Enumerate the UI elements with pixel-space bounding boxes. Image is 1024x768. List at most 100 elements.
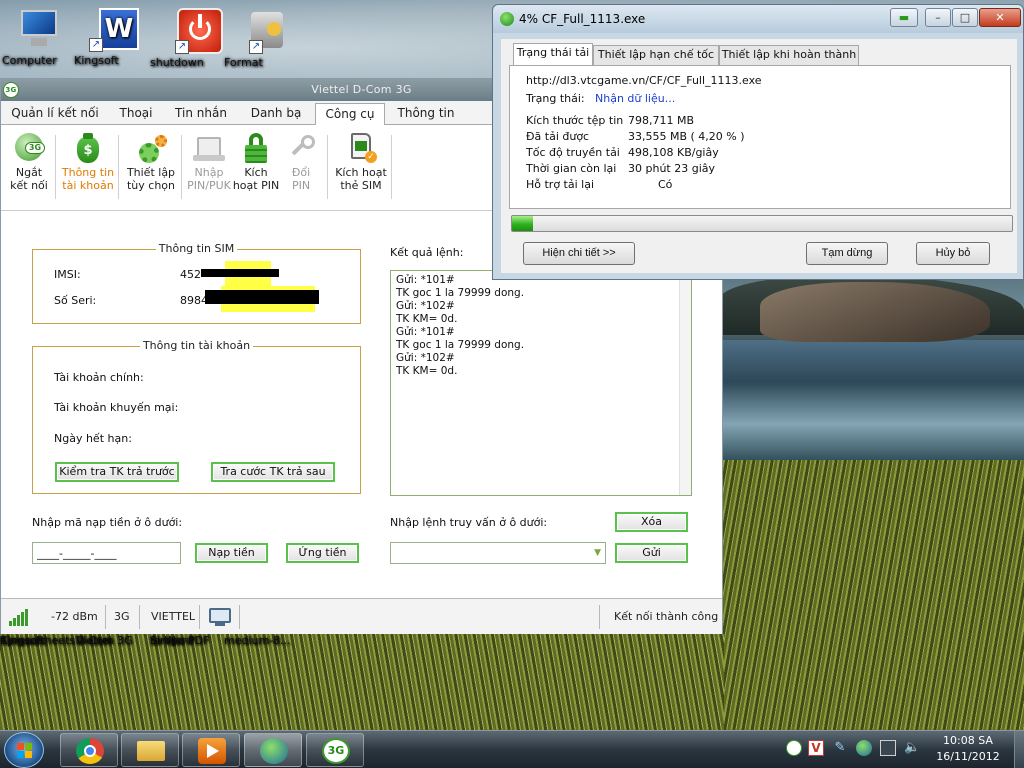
result-line: Gửi: *102# [396,352,455,364]
advance-money-button[interactable]: Ứng tiền [286,543,359,563]
green-arrow-button[interactable]: ▬ [890,8,918,27]
statusbar-separator [139,605,140,629]
maximize-button[interactable]: □ [952,8,978,27]
taskbar-app-explorer[interactable] [121,733,179,767]
desktop-icon-label: Computer [2,54,57,67]
ribbon-settings-button[interactable]: Thiết lập tùy chọn [123,133,179,192]
statusbar-separator [199,605,200,629]
status-value: Nhận dữ liệu... [595,92,676,105]
desktop-icon-kingsoft[interactable]: W ↗ Kingsoft [74,6,148,67]
check-postpaid-button[interactable]: Tra cước TK trả sau [211,462,335,482]
windows-logo-icon [17,743,33,759]
tab-speed-limit[interactable]: Thiết lập hạn chế tốc độ [593,45,719,79]
result-output[interactable]: Gửi: *101# TK goc 1 la 79999 dong. Gửi: … [390,270,692,496]
desktop-icon-shutdown[interactable]: ↗ shutdown [150,8,224,69]
expiry-date-label: Ngày hết hạn: [54,432,132,445]
start-button[interactable] [4,732,44,768]
check-prepaid-button[interactable]: Kiểm tra TK trả trước [55,462,179,482]
result-line: TK goc 1 la 79999 dong. [396,287,525,299]
show-desktop-button[interactable] [1014,731,1024,768]
menu-tab-messages[interactable]: Tin nhắn [167,103,235,125]
dcom-statusbar: -72 dBm 3G VIETTEL Kết nối thành công [1,598,722,634]
result-scrollbar[interactable] [679,271,691,495]
minimize-button[interactable]: – [925,8,951,27]
ribbon-label: kết nối [10,179,48,192]
send-command-button[interactable]: Gửi [615,543,688,563]
menu-tab-info[interactable]: Thông tin [389,103,463,125]
ribbon-separator [55,135,56,199]
dcom-window-title: Viettel D-Com 3G [311,83,412,96]
ribbon-separator [118,135,119,199]
desktop-icon-format[interactable]: ↗ Format [224,8,298,69]
tray-safely-remove-icon[interactable]: ✎ [832,740,848,756]
result-label: Kết quả lệnh: [390,246,464,259]
download-manager-icon [260,738,288,764]
desktop-icon-computer[interactable]: Computer [2,6,76,67]
pause-button[interactable]: Tạm dừng [806,242,888,265]
tray-download-manager-icon[interactable] [856,740,872,756]
taskbar-app-media[interactable] [182,733,240,767]
ribbon-label: PIN [291,179,311,192]
topup-button[interactable]: Nạp tiền [195,543,268,563]
computer-icon [15,6,63,52]
ribbon-label: Kích hoạt [335,166,387,179]
desktop-icon-label: Kingsoft [74,54,119,67]
query-command-select[interactable]: ▼ [390,542,606,564]
ribbon-disconnect-button[interactable]: 3G Ngắt kết nối [1,133,57,192]
serial-value: 8984 [180,294,208,307]
dcom-logo-icon: 3G [3,82,19,98]
clock-time: 10:08 SA [943,734,993,747]
menu-tab-connection[interactable]: Quản lí kết nối [7,103,103,125]
operator-name: VIETTEL [151,610,196,623]
pin-keypad-icon [193,133,225,163]
shortcut-arrow-icon: ↗ [89,38,103,52]
file-size-value: 798,711 MB [628,114,695,127]
kingsoft-writer-icon: W ↗ [87,6,139,52]
clear-result-button[interactable]: Xóa [615,512,688,532]
connection-status: Kết nối thành công [614,610,719,623]
desktop-icon-label: Format [224,56,263,69]
ribbon-account-info-button[interactable]: $ Thông tin tài khoản [60,133,116,192]
imsi-value: 452 [180,268,201,281]
globe-3g-icon: 3G [13,133,45,163]
time-left-label: Thời gian còn lại [526,162,617,175]
tab-download-status[interactable]: Trạng thái tải [513,43,593,65]
key-icon [285,133,317,163]
dropdown-arrow-icon[interactable]: ▼ [594,543,601,563]
money-bag-icon: $ [72,133,104,163]
tray-network-icon[interactable] [880,740,896,756]
ribbon-label: tùy chọn [126,179,175,192]
menu-tab-tools[interactable]: Công cụ [315,103,385,126]
taskbar-app-dcom[interactable]: 3G [306,733,364,767]
download-globe-icon [500,12,514,26]
tray-volume-icon[interactable]: 🔈 [904,740,920,756]
tab-on-complete[interactable]: Thiết lập khi hoàn thành tải [719,45,859,79]
download-body: Trạng thái tải Thiết lập hạn chế tốc độ … [501,39,1017,273]
cancel-button[interactable]: Hủy bỏ [916,242,990,265]
topup-code-input[interactable] [32,542,181,564]
desktop-icon-label: medium-8... [224,634,291,647]
show-details-button[interactable]: Hiện chi tiết >> [523,242,635,265]
modem-icon[interactable] [209,599,233,635]
system-clock[interactable]: 10:08 SA 16/11/2012 [926,733,1010,765]
desktop-icon-label: shutdown [150,56,204,69]
download-window: 4% CF_Full_1113.exe ▬ – □ ✕ Trạng thái t… [492,4,1024,280]
menu-tab-voice[interactable]: Thoại [107,103,165,125]
ribbon-change-pin-button[interactable]: Đổi PIN [273,133,329,192]
tray-antivirus-icon[interactable]: V [808,740,824,756]
serial-label: Số Seri: [54,294,97,307]
download-titlebar[interactable]: 4% CF_Full_1113.exe ▬ – □ ✕ [493,5,1023,33]
menu-tab-contacts[interactable]: Danh bạ [239,103,313,125]
wallpaper-rock [760,282,990,342]
resume-support-value: Có [658,178,673,191]
taskbar-app-download-manager[interactable] [244,733,302,767]
topup-label: Nhập mã nạp tiền ở ô dưới: [32,516,183,529]
shortcut-arrow-icon: ↗ [175,40,189,54]
statusbar-separator [105,605,106,629]
taskbar-app-chrome[interactable] [60,733,118,767]
ribbon-label: Đổi [291,166,311,179]
close-button[interactable]: ✕ [979,8,1021,27]
time-left-value: 30 phút 23 giây [628,162,716,175]
ribbon-activate-sim-button[interactable]: ✓ Kích hoạt thẻ SIM [331,133,391,192]
tray-dcom-icon[interactable] [786,740,802,756]
